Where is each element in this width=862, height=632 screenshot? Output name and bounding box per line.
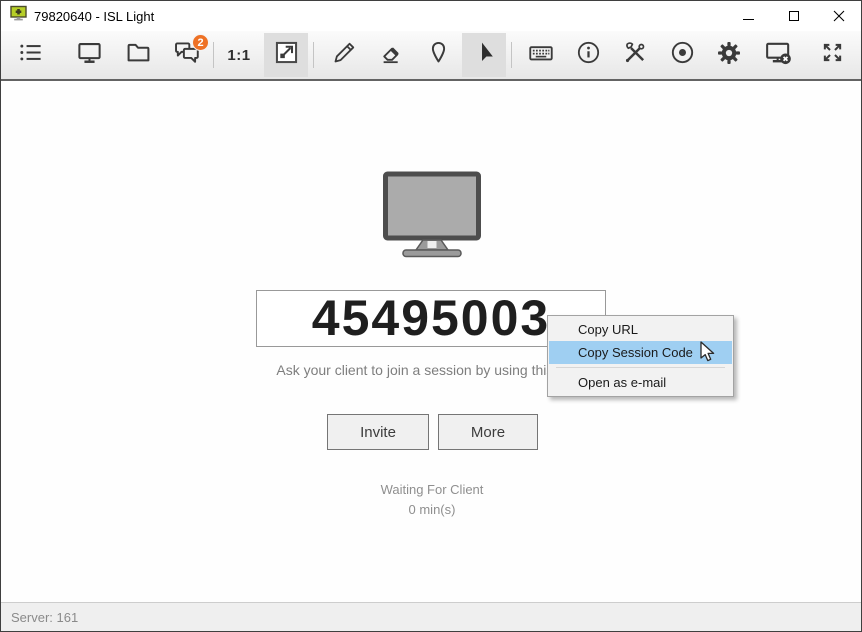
actual-size-button[interactable]: 1:1 [217, 33, 261, 77]
monitor-illustration [382, 171, 482, 264]
record-button[interactable] [660, 33, 704, 77]
scale-arrow-icon [273, 39, 300, 71]
tools-icon [622, 39, 649, 71]
main-menu-button[interactable] [8, 33, 52, 77]
record-icon [669, 39, 696, 71]
server-label: Server: 161 [11, 609, 79, 625]
monitor-close-icon [764, 38, 793, 72]
window-title: 79820640 - ISL Light [34, 8, 155, 24]
close-button[interactable] [816, 1, 861, 31]
monitor-icon [76, 39, 103, 71]
maximize-icon [788, 11, 799, 21]
toolbar: 2 1:1 [1, 31, 861, 81]
isl-light-window: 79820640 - ISL Light 2 1:1 45495003 Ask … [0, 0, 862, 632]
end-session-button[interactable] [756, 33, 800, 77]
admin-tools-button[interactable] [613, 33, 657, 77]
expand-arrows-icon [819, 39, 846, 71]
select-tool-button[interactable] [462, 33, 506, 77]
chat-button[interactable]: 2 [165, 33, 209, 77]
fit-to-screen-button[interactable] [264, 33, 308, 77]
cursor-arrow-icon [471, 39, 498, 71]
menu-item-open-as-email[interactable]: Open as e-mail [549, 371, 732, 394]
pin-icon [425, 39, 452, 71]
one-to-one-label: 1:1 [227, 46, 251, 64]
info-icon [575, 39, 602, 71]
window-controls [726, 1, 861, 31]
marker-button[interactable] [416, 33, 460, 77]
titlebar: 79820640 - ISL Light [1, 1, 861, 31]
fullscreen-button[interactable] [810, 33, 854, 77]
app-icon [10, 5, 27, 27]
more-button[interactable]: More [438, 414, 538, 450]
waiting-status: Waiting For Client [380, 482, 484, 497]
toolbar-separator [511, 42, 512, 68]
pencil-icon [331, 39, 358, 71]
keyboard-icon [527, 39, 555, 72]
list-menu-icon [17, 39, 44, 71]
file-transfer-button[interactable] [116, 33, 160, 77]
statusbar: Server: 161 [1, 602, 861, 631]
toolbar-separator [213, 42, 214, 68]
settings-button[interactable] [707, 33, 751, 77]
eraser-icon [378, 39, 405, 71]
keyboard-button[interactable] [519, 33, 563, 77]
invite-button[interactable]: Invite [327, 414, 429, 450]
draw-button[interactable] [322, 33, 366, 77]
folder-icon [125, 39, 152, 71]
elapsed-time: 0 min(s) [408, 502, 456, 517]
eraser-button[interactable] [369, 33, 413, 77]
session-code: 45495003 [311, 289, 551, 346]
minimize-icon [743, 18, 754, 20]
info-button[interactable] [566, 33, 610, 77]
desktop-button[interactable] [67, 33, 111, 77]
close-icon [833, 10, 845, 22]
gear-icon [715, 39, 743, 72]
minimize-button[interactable] [726, 1, 771, 31]
toolbar-separator [313, 42, 314, 68]
mouse-cursor-icon [698, 340, 719, 369]
menu-item-copy-url[interactable]: Copy URL [549, 318, 732, 341]
maximize-button[interactable] [771, 1, 816, 31]
chat-badge: 2 [192, 34, 209, 51]
